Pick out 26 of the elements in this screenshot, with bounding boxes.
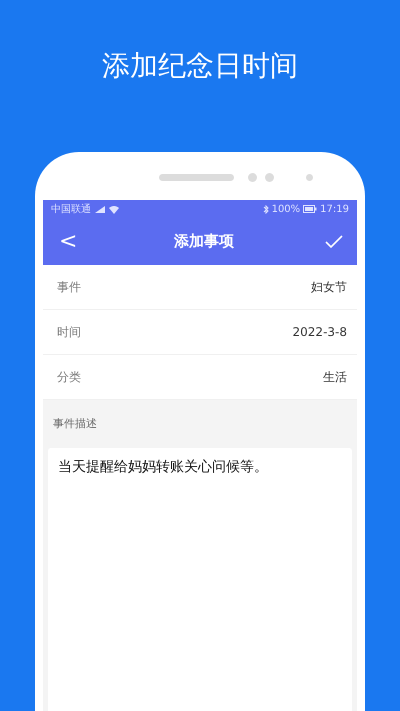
field-label: 事件	[57, 278, 81, 296]
headline: 添加纪念日时间	[102, 48, 298, 84]
wifi-icon	[109, 204, 119, 214]
field-label: 分类	[57, 368, 81, 386]
form-row[interactable]: 事件 妇女节	[43, 265, 357, 310]
form-row[interactable]: 时间 2022-3-8	[43, 310, 357, 355]
back-button[interactable]: <	[53, 229, 84, 254]
clock-text: 17:19	[320, 204, 349, 214]
check-icon[interactable]	[325, 234, 343, 248]
battery-icon	[303, 205, 318, 213]
description-field[interactable]: 当天提醒给妈妈转账关心问候等。	[48, 448, 352, 711]
field-value: 2022-3-8	[292, 325, 347, 339]
section-label: 事件描述	[52, 416, 98, 432]
bluetooth-icon	[262, 204, 269, 214]
camera-icon	[265, 172, 274, 182]
signal-icon	[94, 204, 106, 214]
field-value: 生活	[323, 368, 347, 386]
field-label: 时间	[57, 324, 81, 340]
sensor-icon	[306, 174, 313, 180]
battery-percent: 100%	[272, 204, 300, 214]
nav-title: 添加事项	[174, 232, 234, 251]
speaker-icon	[159, 174, 234, 180]
carrier-text: 中国联通	[51, 202, 91, 216]
sensor-icon	[248, 172, 257, 182]
form-row[interactable]: 分类 生活	[43, 355, 357, 400]
field-value: 妇女节	[311, 278, 347, 296]
